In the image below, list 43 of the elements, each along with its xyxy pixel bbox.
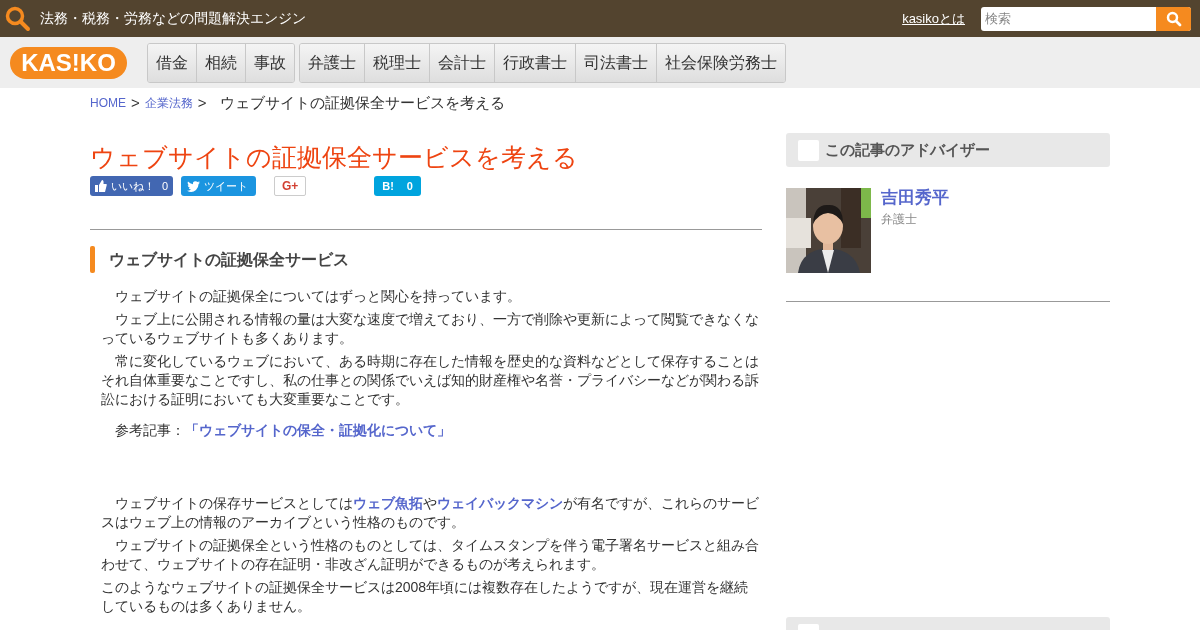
- breadcrumb-current: ウェブサイトの証拠保全サービスを考える: [219, 92, 505, 113]
- search-icon: [1165, 10, 1182, 27]
- paragraph: 参考記事：「ウェブサイトの保全・証拠化について」: [114, 421, 452, 440]
- text-link[interactable]: ウェイバックマシン: [437, 495, 563, 511]
- breadcrumb-link[interactable]: HOME: [90, 94, 126, 112]
- paragraph: ウェブサイトの証拠保全という性格のものとしては、タイムスタンプを伴う電子署名サービスと組み合わせて、ウェブサイトの存在証明・非改ざん証明ができるものが考えられます。: [101, 536, 760, 574]
- breadcrumb-separator: >: [197, 92, 207, 113]
- thumbs-up-icon: [95, 180, 107, 192]
- nav-tab[interactable]: 弁護士: [300, 43, 364, 82]
- like-button[interactable]: いいね！ 0: [90, 176, 174, 196]
- site-tagline: 法務・税務・労務などの問題解決エンジン: [40, 9, 306, 28]
- nav-tab[interactable]: 相続: [196, 43, 245, 82]
- paragraph: ウェブ上に公開される情報の量は大変な速度で増えており、一方で削除や更新によって閲覧できなくなっているウェブサイトも多くあります。: [101, 310, 760, 348]
- google-plus-button[interactable]: G+: [274, 176, 307, 196]
- advisor-role: 弁護士: [881, 211, 918, 228]
- breadcrumb-separator: >: [131, 92, 140, 113]
- nav-tab[interactable]: 司法書士: [575, 43, 656, 82]
- nav-tab[interactable]: 借金: [148, 43, 196, 82]
- nav-tab[interactable]: 社会保険労務士: [656, 43, 785, 82]
- paragraph: このようなウェブサイトの証拠保全サービスは2008年頃には複数存在したようですが、現在運営を継続しているものは多くありません。: [101, 578, 750, 616]
- text-link[interactable]: ウェブ魚拓: [353, 495, 423, 511]
- heading-accent-bar: [90, 246, 95, 273]
- breadcrumb-link[interactable]: 企業法務: [144, 94, 193, 112]
- paragraph: ウェブサイトの証拠保全についてはずっと関心を持っています。: [114, 287, 522, 306]
- paragraph: 常に変化しているウェブにおいて、ある時期に存在した情報を歴史的な資料などとして保存することはそれ自体重要なことですし、私の仕事との関係でいえば知的財産権や名誉・プライバシーなどが関わる訴訟における証明においても大変重要なことです。: [101, 352, 760, 409]
- section-heading: ウェブサイトの証拠保全サービス: [109, 249, 349, 270]
- search-button[interactable]: [1156, 6, 1191, 31]
- search-field[interactable]: 検索: [981, 6, 1191, 31]
- about-link[interactable]: kasikoとは: [902, 8, 965, 29]
- sidebar-title: この記事のアドバイザー: [825, 139, 990, 160]
- search-icon: [5, 5, 31, 32]
- tweet-button[interactable]: ツイート: [181, 176, 257, 196]
- nav-tab[interactable]: 会計士: [429, 43, 494, 82]
- article-title: ウェブサイトの証拠保全サービスを考える: [90, 142, 579, 173]
- text-link[interactable]: 「ウェブサイトの保全・証拠化について」: [185, 422, 451, 438]
- search-input[interactable]: 検索: [981, 6, 1156, 31]
- bookmark-button[interactable]: B! 0: [374, 176, 422, 196]
- nav-tab[interactable]: 税理士: [364, 43, 429, 82]
- bird-icon: [187, 180, 201, 192]
- nav-tab[interactable]: 行政書士: [494, 43, 575, 82]
- paragraph: ウェブサイトの保存サービスとしてはウェブ魚拓やウェイバックマシンが有名ですが、これらのサービスはウェブ上の情報のアーカイブという性格のものです。: [101, 494, 760, 532]
- nav-tab[interactable]: 事故: [245, 43, 294, 82]
- advisor-name[interactable]: 吉田秀平: [881, 188, 949, 208]
